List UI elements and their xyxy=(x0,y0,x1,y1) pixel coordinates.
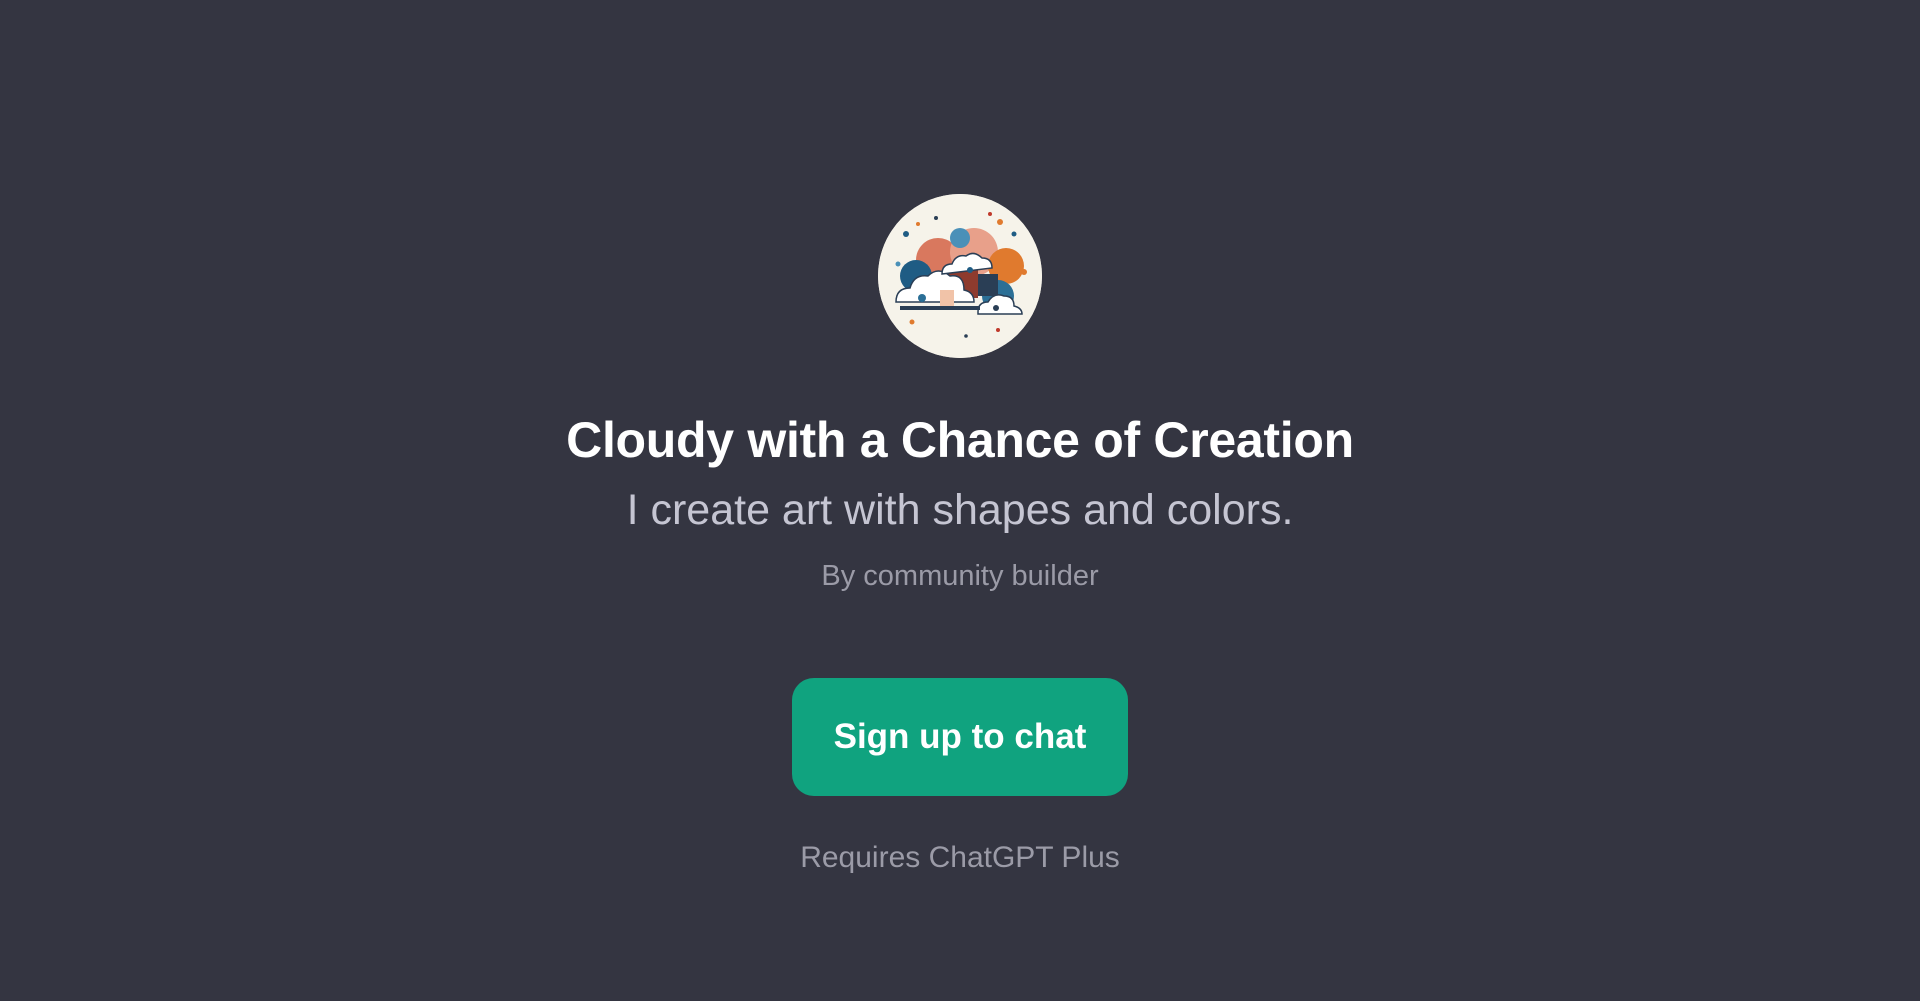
gpt-landing-page: Cloudy with a Chance of Creation I creat… xyxy=(0,0,1920,1001)
gpt-description: I create art with shapes and colors. xyxy=(626,486,1294,534)
cloud-art-avatar-icon xyxy=(878,194,1042,358)
requires-plus-note: Requires ChatGPT Plus xyxy=(800,841,1120,874)
gpt-title: Cloudy with a Chance of Creation xyxy=(566,412,1354,468)
gpt-author: By community builder xyxy=(821,560,1099,592)
gpt-avatar xyxy=(878,194,1042,358)
sign-up-to-chat-button[interactable]: Sign up to chat xyxy=(792,678,1128,796)
